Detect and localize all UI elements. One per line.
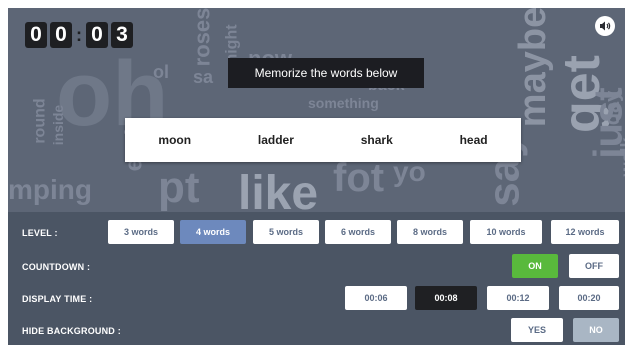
hide-background-no-button[interactable]: NO xyxy=(573,318,619,342)
timer-digit: 3 xyxy=(111,22,133,48)
timer-digit: 0 xyxy=(25,22,47,48)
memory-word: ladder xyxy=(257,133,294,147)
display-time-option-00-20[interactable]: 00:20 xyxy=(559,286,619,310)
display-time-option-00-08[interactable]: 00:08 xyxy=(415,286,477,310)
countdown-timer: 0 0 : 0 3 xyxy=(25,22,133,48)
speaker-icon xyxy=(600,21,611,31)
memory-word: head xyxy=(459,133,488,147)
level-option-3-words[interactable]: 3 words xyxy=(108,220,174,244)
display-time-option-00-12[interactable]: 00:12 xyxy=(487,286,549,310)
hide-background-label: HIDE BACKGROUND : xyxy=(22,326,121,336)
countdown-label: COUNTDOWN : xyxy=(22,262,91,272)
settings-panel: LEVEL : 3 words 4 words 5 words 6 words … xyxy=(8,212,625,345)
timer-digit: 0 xyxy=(50,22,72,48)
word-cloud-area: oh roses night now something back maybe … xyxy=(8,8,625,212)
timer-colon: : xyxy=(76,24,82,45)
display-time-label: DISPLAY TIME : xyxy=(22,294,93,304)
countdown-off-button[interactable]: OFF xyxy=(569,254,619,278)
level-option-4-words[interactable]: 4 words xyxy=(180,220,246,244)
level-option-6-words[interactable]: 6 words xyxy=(325,220,391,244)
level-option-5-words[interactable]: 5 words xyxy=(253,220,319,244)
hide-background-row: HIDE BACKGROUND : YES NO xyxy=(8,318,625,344)
memory-word: shark xyxy=(360,133,393,147)
countdown-on-button[interactable]: ON xyxy=(512,254,558,278)
level-label: LEVEL : xyxy=(22,228,58,238)
words-card: moon ladder shark head xyxy=(125,118,521,162)
instruction-banner: Memorize the words below xyxy=(228,58,424,88)
display-time-row: DISPLAY TIME : 00:06 00:08 00:12 00:20 xyxy=(8,286,625,312)
memory-game-screen: oh roses night now something back maybe … xyxy=(0,0,633,349)
countdown-row: COUNTDOWN : ON OFF xyxy=(8,254,625,280)
level-row: LEVEL : 3 words 4 words 5 words 6 words … xyxy=(8,220,625,246)
level-option-8-words[interactable]: 8 words xyxy=(397,220,463,244)
level-option-12-words[interactable]: 12 words xyxy=(551,220,619,244)
hide-background-yes-button[interactable]: YES xyxy=(511,318,563,342)
display-time-option-00-06[interactable]: 00:06 xyxy=(345,286,407,310)
level-option-10-words[interactable]: 10 words xyxy=(470,220,542,244)
memory-word: moon xyxy=(158,133,192,147)
sound-toggle-button[interactable] xyxy=(595,16,615,36)
timer-digit: 0 xyxy=(86,22,108,48)
